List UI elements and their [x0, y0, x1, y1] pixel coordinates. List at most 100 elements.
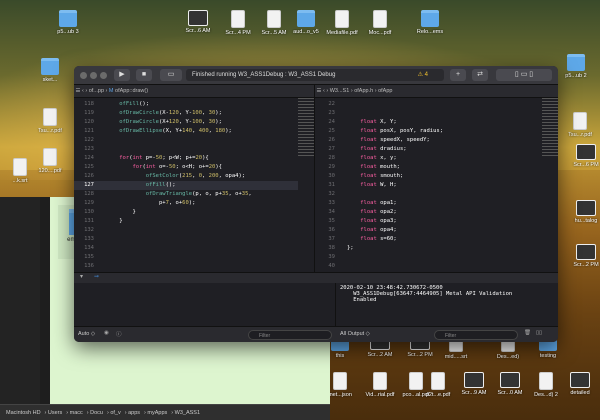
code-line[interactable]: 120 ofDrawCircle(X+120, Y-100, 30); — [74, 118, 298, 127]
code-line[interactable]: 30 float smouth; — [315, 172, 542, 181]
trash-icon[interactable]: 🗑 — [524, 330, 531, 336]
code-review-button[interactable]: ⇄ — [472, 69, 488, 81]
code-line[interactable]: 133 — [74, 235, 298, 244]
code-line[interactable]: 132 — [74, 226, 298, 235]
code-line[interactable]: 118 ofFill(); — [74, 100, 298, 109]
line-number[interactable]: 30 — [315, 172, 335, 181]
code-line[interactable]: 129 p+7, o+60); — [74, 199, 298, 208]
jump-file[interactable]: of...pp — [89, 88, 104, 94]
code-line[interactable]: 119 ofDrawCircle(X-120, Y-100, 30); — [74, 109, 298, 118]
line-number[interactable]: 27 — [315, 145, 335, 154]
line-number[interactable]: 26 — [315, 136, 335, 145]
desktop-icon[interactable]: Scr...9 AM — [454, 372, 494, 396]
line-number[interactable]: 22 — [315, 100, 335, 109]
jump-method[interactable]: ofApp::draw() — [115, 88, 148, 94]
desktop-icon[interactable]: ...k.srt — [0, 158, 40, 184]
desktop-icon[interactable]: p5...ub 3 — [48, 10, 88, 35]
panel-toggles[interactable]: ▯ ▭ ▯ — [496, 69, 552, 81]
desktop-icon[interactable]: hu...talog — [566, 200, 600, 224]
zoom-button[interactable] — [100, 72, 107, 79]
right-jump-bar[interactable]: ☰ ‹ › W3...S1 › ofApp.h › ofApp — [315, 85, 558, 98]
desktop-icon[interactable]: aud...o_v5 — [286, 10, 326, 35]
path-segment[interactable]: › W3_ASS1 — [171, 410, 200, 416]
line-number[interactable]: 38 — [315, 244, 335, 253]
code-line[interactable]: 29 float mouth; — [315, 163, 542, 172]
line-number[interactable]: 40 — [315, 262, 335, 271]
path-segment[interactable]: › apps — [125, 410, 140, 416]
desktop-icon[interactable]: Tsu...r.pdf — [560, 112, 600, 138]
eye-icon[interactable]: ◉ — [104, 330, 109, 336]
variables-scope[interactable]: Auto ◇ — [78, 331, 95, 337]
right-minimap[interactable] — [542, 98, 558, 158]
code-line[interactable]: 32 — [315, 190, 542, 199]
info-icon[interactable]: ⓘ — [116, 330, 122, 338]
path-segment[interactable]: › of_v — [107, 410, 121, 416]
line-number[interactable]: 129 — [74, 199, 94, 208]
code-line[interactable]: 28 float x, y; — [315, 154, 542, 163]
line-number[interactable]: 131 — [74, 217, 94, 226]
code-line[interactable]: 33 float opa1; — [315, 199, 542, 208]
code-line[interactable]: 135 — [74, 253, 298, 262]
line-number[interactable]: 134 — [74, 244, 94, 253]
desktop-icon[interactable]: Scr...6 AM — [178, 10, 218, 34]
line-number[interactable]: 23 — [315, 109, 335, 118]
desktop-icon[interactable]: detailed — [560, 372, 600, 396]
path-segment[interactable]: › Users — [45, 410, 63, 416]
line-number[interactable]: 119 — [74, 109, 94, 118]
line-number[interactable]: 122 — [74, 136, 94, 145]
desktop-icon[interactable]: Scr...2 PM — [566, 244, 600, 268]
run-button[interactable]: ▶ — [114, 69, 130, 81]
line-number[interactable]: 135 — [74, 253, 94, 262]
code-line[interactable]: 37 float s=60; — [315, 235, 542, 244]
add-button[interactable]: + — [450, 69, 466, 81]
right-code-editor[interactable]: 22 23 24 float X, Y; 25 float posX, posY, r… — [315, 98, 542, 272]
debug-toggle-icon[interactable]: ▾ — [80, 273, 83, 280]
line-number[interactable]: 127 — [74, 181, 94, 190]
code-line[interactable]: 22 — [315, 100, 542, 109]
jump-header[interactable]: ofApp.h — [354, 88, 373, 94]
path-segment[interactable]: Macintosh HD — [6, 410, 41, 416]
line-number[interactable]: 123 — [74, 145, 94, 154]
code-line[interactable]: 126 ofSetColor(215, 0, 200, opa4); — [74, 172, 298, 181]
line-number[interactable]: 35 — [315, 217, 335, 226]
jump-folder[interactable]: W3...S1 — [330, 88, 350, 94]
left-minimap[interactable] — [298, 98, 314, 158]
line-number[interactable]: 132 — [74, 226, 94, 235]
code-line[interactable]: 24 float X, Y; — [315, 118, 542, 127]
line-number[interactable]: 25 — [315, 127, 335, 136]
scheme-selector[interactable]: ▭ — [160, 69, 182, 81]
code-line[interactable]: 26 float speedX, speedY; — [315, 136, 542, 145]
code-line[interactable]: 40 — [315, 262, 542, 271]
desktop-icon[interactable]: p2t...e.pdf — [418, 372, 458, 398]
code-line[interactable]: 27 float dradius; — [315, 145, 542, 154]
line-number[interactable]: 37 — [315, 235, 335, 244]
line-number[interactable]: 121 — [74, 127, 94, 136]
line-number[interactable]: 118 — [74, 100, 94, 109]
line-number[interactable]: 128 — [74, 190, 94, 199]
desktop-icon[interactable]: Moc...pdf — [360, 10, 400, 36]
code-line[interactable]: 125 for(int o=-50; o<H; o+=20){ — [74, 163, 298, 172]
code-line[interactable]: 123 — [74, 145, 298, 154]
code-line[interactable]: 25 float posX, posY, radius; — [315, 127, 542, 136]
line-number[interactable]: 29 — [315, 163, 335, 172]
stop-button[interactable]: ■ — [136, 69, 152, 81]
line-number[interactable]: 36 — [315, 226, 335, 235]
code-line[interactable]: 39 — [315, 253, 542, 262]
line-number[interactable]: 24 — [315, 118, 335, 127]
line-number[interactable]: 28 — [315, 154, 335, 163]
desktop-icon[interactable]: Scr...6 PM — [566, 144, 600, 168]
code-line[interactable]: 34 float opa2; — [315, 208, 542, 217]
desktop-icon[interactable]: Relo...ems — [410, 10, 450, 35]
code-line[interactable]: 38}; — [315, 244, 542, 253]
code-line[interactable]: 128 ofDrawTriangle(p, o, p+35, o+35, — [74, 190, 298, 199]
code-line[interactable]: 35 float opa3; — [315, 217, 542, 226]
line-number[interactable]: 33 — [315, 199, 335, 208]
desktop-icon[interactable]: sket... — [30, 58, 70, 83]
path-segment[interactable]: › myApps — [144, 410, 167, 416]
line-number[interactable]: 32 — [315, 190, 335, 199]
variables-filter[interactable]: Filter — [248, 330, 332, 340]
code-line[interactable]: 31 float W, H; — [315, 181, 542, 190]
line-number[interactable]: 133 — [74, 235, 94, 244]
code-line[interactable]: 136 — [74, 262, 298, 271]
code-line[interactable]: 131 } — [74, 217, 298, 226]
